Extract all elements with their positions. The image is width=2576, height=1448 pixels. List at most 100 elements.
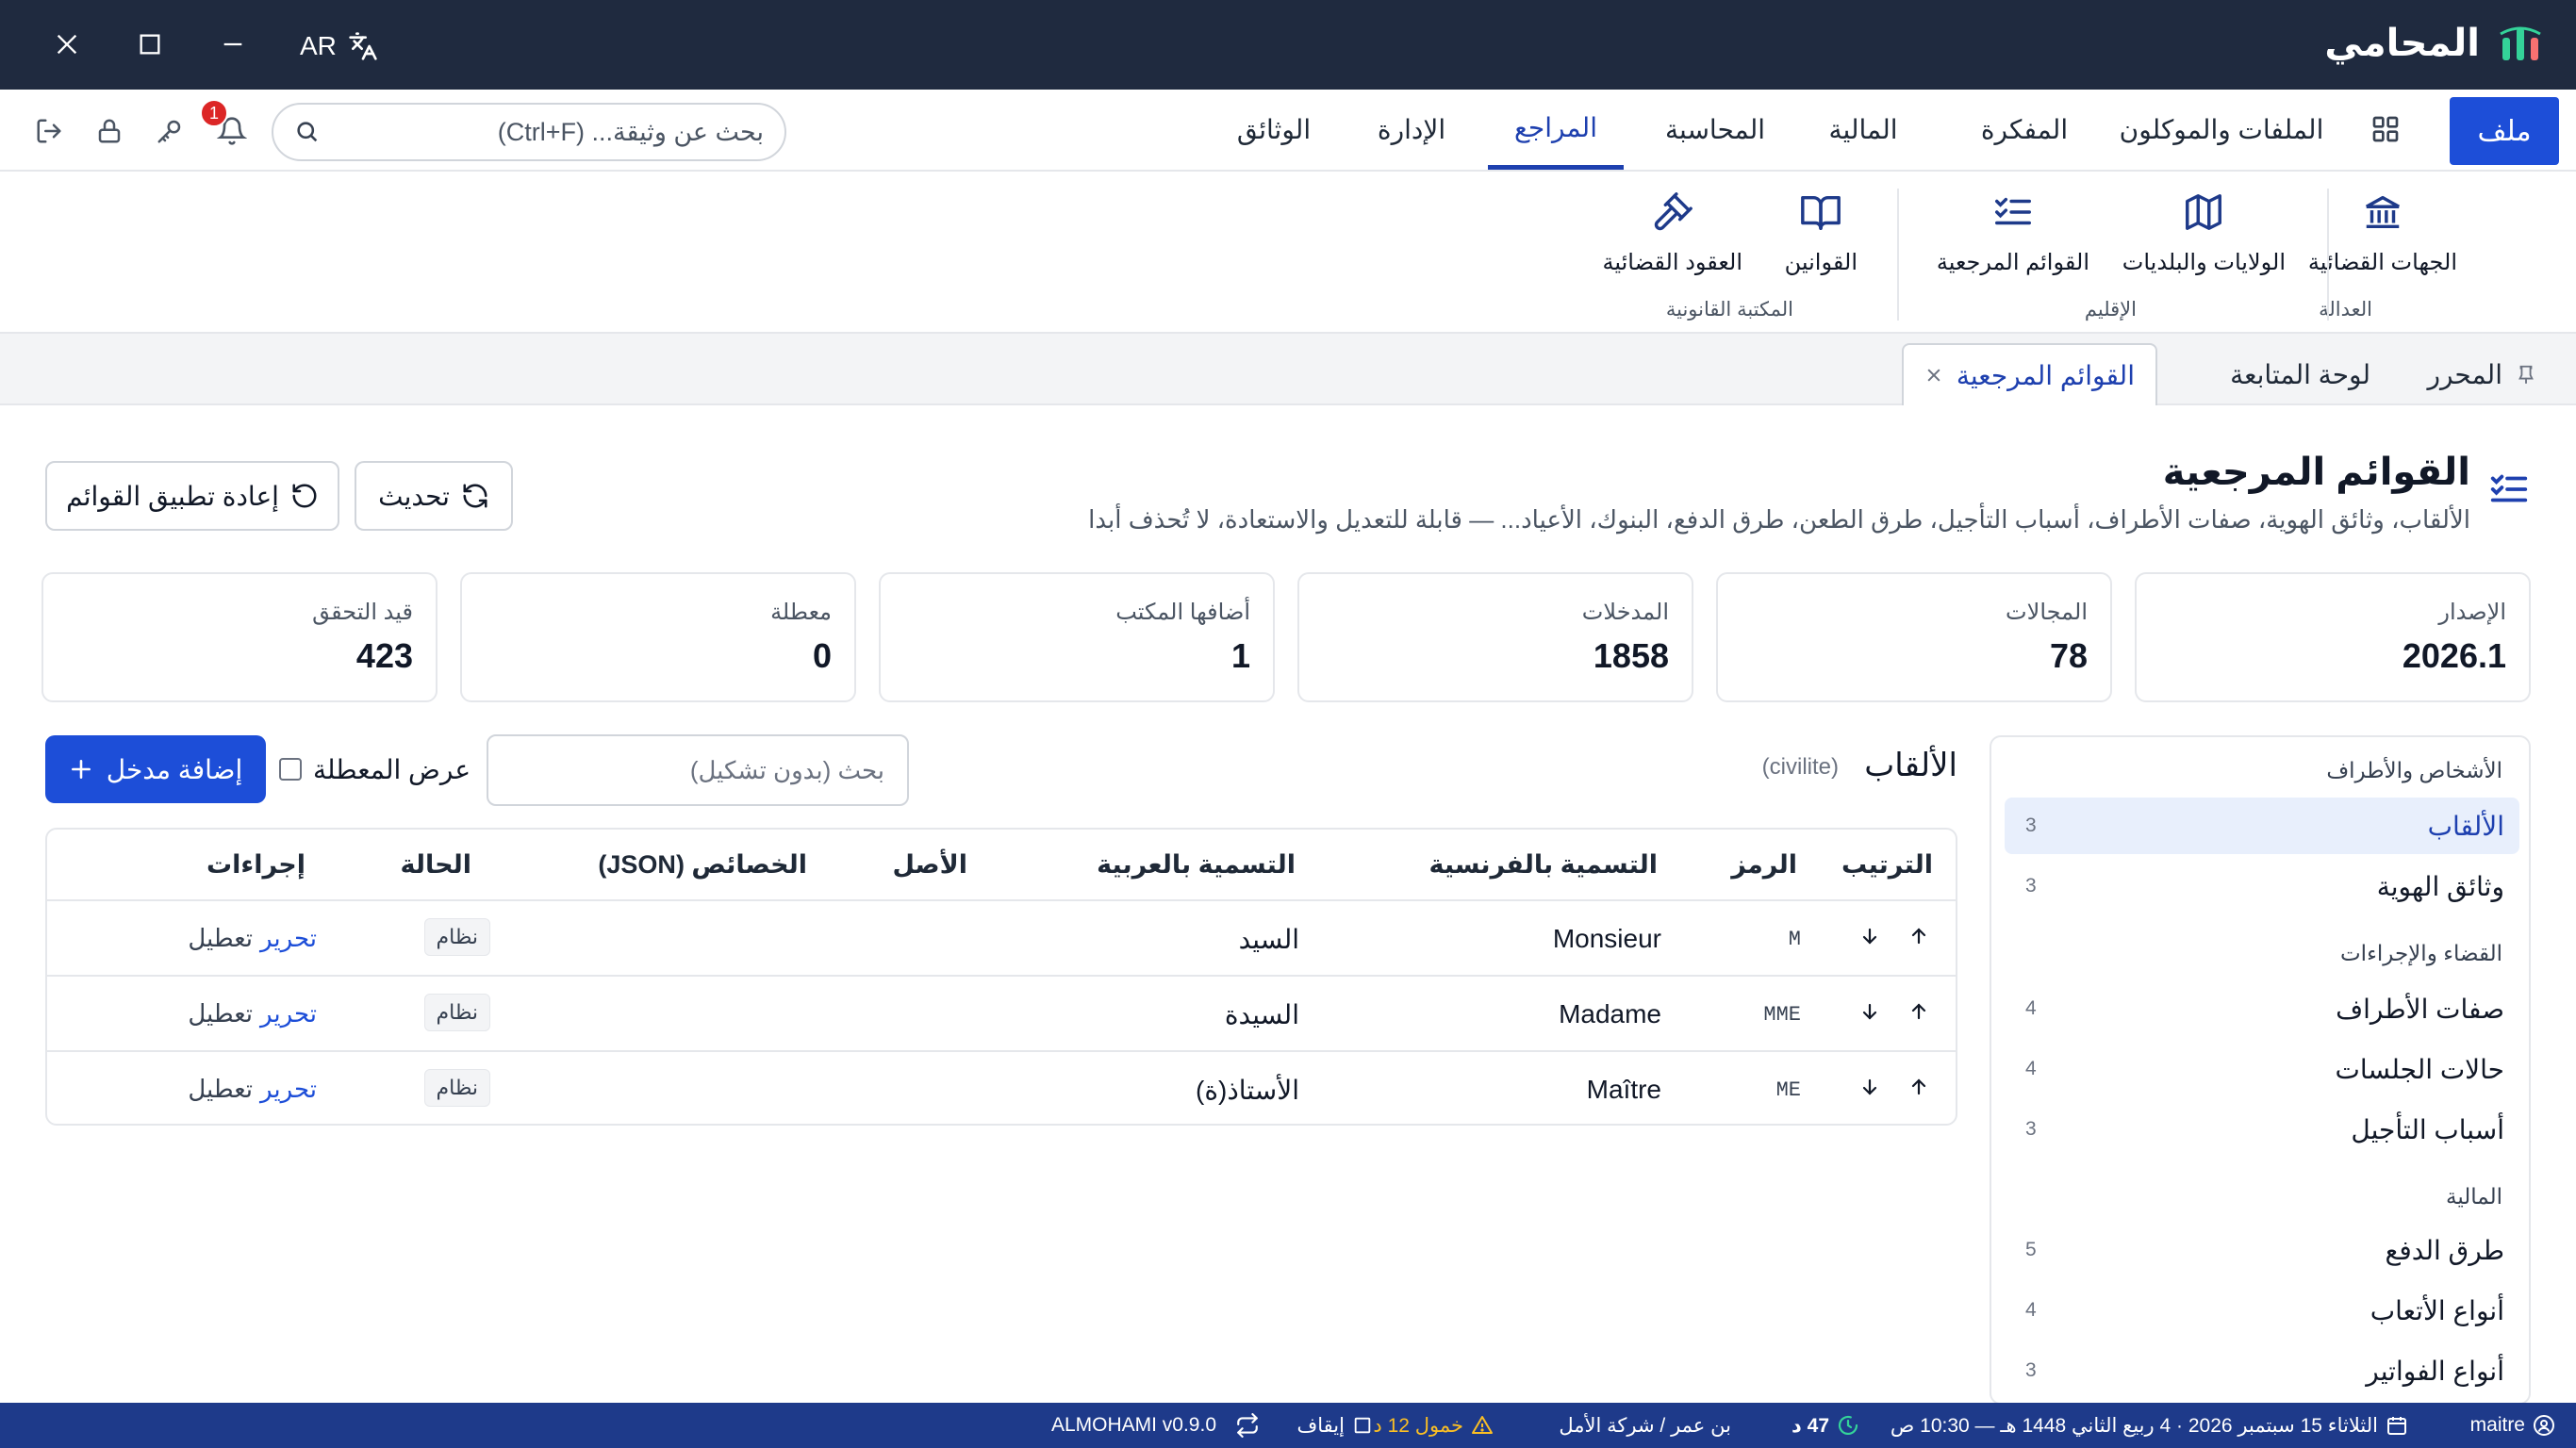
sidebar-item-count: 4 (2025, 1058, 2037, 1079)
sidebar-item-identity-documents[interactable]: وثائق الهوية 3 (2005, 858, 2519, 914)
app-brand: المحامي (2324, 15, 2542, 72)
menu-item-accounting[interactable]: المحاسبة (1643, 90, 1788, 170)
tab-editor[interactable]: المحرر (2427, 343, 2536, 405)
reapply-lists-label: إعادة تطبيق القوائم (66, 481, 279, 511)
table-row: MME Madame السيدة نظام تحرير تعطيل (47, 975, 1956, 1050)
entries-table: الترتيب الرمز التسمية بالفرنسية التسمية … (45, 828, 1957, 1126)
active-client[interactable]: بن عمر / شركة الأمل (1559, 1403, 1731, 1448)
sidebar-item-payment-methods[interactable]: طرق الدفع 5 (2005, 1222, 2519, 1278)
sidebar-section-title: المالية (2446, 1184, 2502, 1209)
sidebar-item-label: أنواع الفواتير (2366, 1356, 2504, 1386)
minimize-icon[interactable] (209, 21, 256, 68)
menu-item-agenda[interactable]: المفكرة (1963, 90, 2086, 170)
column-header-status: الحالة (400, 850, 471, 879)
ribbon-judicial-contracts-label: العقود القضائية (1602, 250, 1743, 275)
tab-reference-lists[interactable]: القوائم المرجعية (1901, 343, 2157, 405)
status-badge: نظام (423, 918, 490, 956)
edit-link[interactable]: تحرير (260, 924, 317, 953)
move-up-icon[interactable] (1905, 997, 1933, 1026)
ribbon-reference-lists-button[interactable]: القوائم المرجعية (1937, 189, 2089, 302)
stat-value: 423 (355, 636, 413, 675)
close-tab-icon[interactable] (1924, 366, 1943, 385)
stat-card-disabled: معطلة 0 (460, 572, 856, 702)
title-bar: المحامي AR (0, 0, 2576, 90)
stat-label: معطلة (770, 600, 832, 625)
language-switch[interactable]: AR (300, 23, 378, 70)
edit-link[interactable]: تحرير (260, 1075, 317, 1104)
add-entry-button[interactable]: إضافة مدخل (45, 735, 266, 803)
entry-search[interactable] (487, 734, 909, 806)
sidebar-item-hearing-statuses[interactable]: حالات الجلسات 4 (2005, 1041, 2519, 1097)
ribbon-courts-button[interactable]: الجهات القضائية (2308, 189, 2457, 302)
apps-grid-icon[interactable] (2365, 108, 2406, 150)
sidebar-item-label: وثائق الهوية (2376, 871, 2504, 901)
cell-french-label: Monsieur (1552, 924, 1661, 953)
sidebar-item-count: 4 (2025, 1299, 2037, 1321)
menu-item-documents[interactable]: الوثائق (1213, 90, 1335, 170)
gavel-icon (1651, 189, 1694, 236)
status-badge: نظام (423, 994, 490, 1031)
sidebar-item-titles[interactable]: الألقاب 3 (2005, 798, 2519, 854)
move-up-icon[interactable] (1905, 1073, 1933, 1101)
warning-icon (1471, 1414, 1494, 1437)
notification-badge: 1 (200, 99, 228, 127)
sidebar-item-invoice-types[interactable]: أنواع الفواتير 3 (2005, 1342, 2519, 1399)
user-indicator[interactable]: maitre (2470, 1403, 2555, 1448)
show-disabled-toggle[interactable]: عرض المعطلة (279, 750, 471, 788)
reapply-lists-button[interactable]: إعادة تطبيق القوائم (45, 461, 339, 531)
date-indicator: الثلاثاء 15 سبتمبر 2026 · 4 ربيع الثاني … (1891, 1403, 2408, 1448)
column-header-properties: الخصائص (JSON) (598, 850, 807, 879)
close-icon[interactable] (43, 21, 91, 68)
user-icon (2533, 1414, 2555, 1437)
move-down-icon[interactable] (1856, 997, 1884, 1026)
sidebar-item-party-roles[interactable]: صفات الأطراف 4 (2005, 980, 2519, 1037)
cell-arabic-label: السيدة (1224, 1000, 1299, 1029)
ribbon-regions-button[interactable]: الولايات والبلديات (2122, 189, 2286, 302)
menu-item-administration[interactable]: الإدارة (1352, 90, 1471, 170)
pause-button[interactable]: إيقاف (1297, 1403, 1373, 1448)
move-down-icon[interactable] (1856, 1073, 1884, 1101)
sidebar-item-label: صفات الأطراف (2336, 994, 2504, 1024)
sidebar-item-count: 4 (2025, 997, 2037, 1019)
document-search-input[interactable] (334, 117, 764, 147)
document-search[interactable] (272, 103, 786, 161)
key-icon[interactable] (149, 110, 190, 152)
sidebar-item-adjournment-reasons[interactable]: أسباب التأجيل 3 (2005, 1101, 2519, 1158)
page-header-icon (2487, 468, 2531, 511)
maximize-icon[interactable] (126, 21, 173, 68)
idle-text: خمول 12 د (1373, 1414, 1463, 1437)
ribbon-laws-label: القوانين (1784, 250, 1858, 275)
date-text: الثلاثاء 15 سبتمبر 2026 · 4 ربيع الثاني … (1890, 1414, 2378, 1437)
ribbon-judicial-contracts-button[interactable]: العقود القضائية (1602, 189, 1743, 302)
menu-item-finance[interactable]: المالية (1816, 90, 1910, 170)
sidebar-item-fee-types[interactable]: أنواع الأتعاب 4 (2005, 1282, 2519, 1339)
square-icon (1352, 1415, 1373, 1436)
tab-editor-label: المحرر (2427, 359, 2502, 389)
refresh-button[interactable]: تحديث (355, 461, 513, 531)
document-tabs: المحرر لوحة المتابعة القوائم المرجعية (0, 334, 2576, 405)
disable-link[interactable]: تعطيل (188, 924, 253, 953)
file-menu-button[interactable]: ملف (2450, 97, 2559, 165)
disable-link[interactable]: تعطيل (188, 999, 253, 1028)
menu-item-files-clients[interactable]: الملفات والموكلون (2110, 90, 2333, 170)
menu-item-references[interactable]: المراجع (1488, 90, 1624, 170)
column-header-order: الترتيب (1841, 850, 1933, 879)
tab-dashboard[interactable]: لوحة المتابعة (2230, 343, 2370, 405)
show-disabled-checkbox[interactable] (279, 758, 302, 781)
ribbon-laws-button[interactable]: القوانين (1785, 189, 1858, 302)
sidebar-item-count: 3 (2025, 814, 2037, 836)
rotate-ccw-icon (290, 482, 319, 510)
logout-icon[interactable] (28, 110, 70, 152)
edit-link[interactable]: تحرير (260, 999, 317, 1028)
sidebar-item-count: 3 (2025, 1359, 2037, 1381)
add-entry-label: إضافة مدخل (106, 754, 243, 784)
disable-link[interactable]: تعطيل (188, 1075, 253, 1104)
lock-icon[interactable] (89, 110, 130, 152)
stat-label: المدخلات (1581, 600, 1669, 625)
entry-search-input[interactable] (511, 736, 884, 804)
courthouse-icon (2361, 189, 2404, 236)
stat-card-added-by-office: أضافها المكتب 1 (879, 572, 1275, 702)
move-up-icon[interactable] (1905, 922, 1933, 950)
move-down-icon[interactable] (1856, 922, 1884, 950)
table-row: M Monsieur السيد نظام تحرير تعطيل (47, 899, 1956, 975)
